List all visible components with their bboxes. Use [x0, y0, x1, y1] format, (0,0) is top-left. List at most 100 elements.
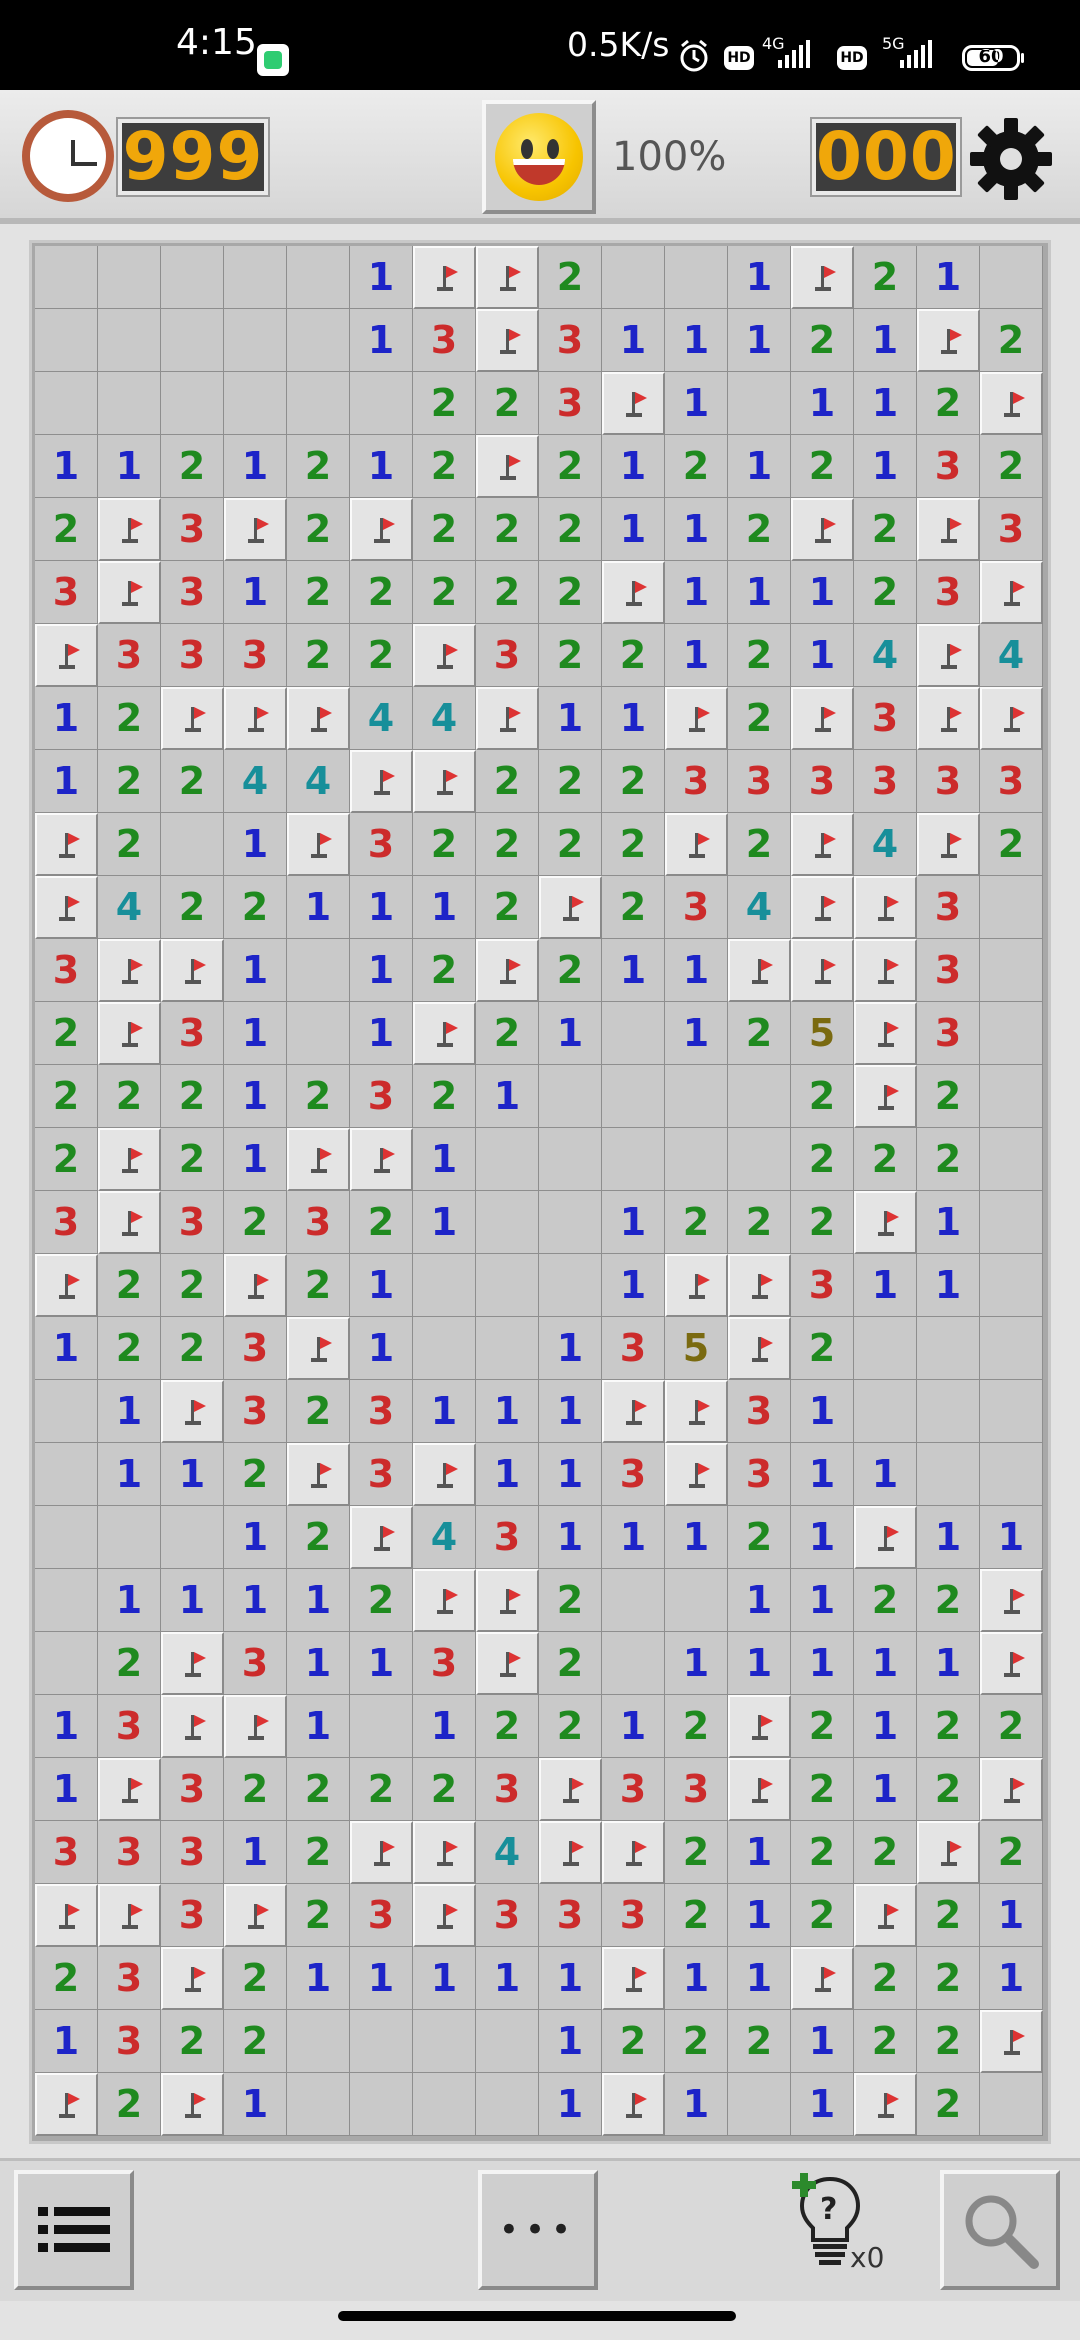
board-cell[interactable]: 2: [539, 561, 602, 624]
board-cell[interactable]: 2: [98, 1632, 161, 1695]
board-cell[interactable]: [980, 939, 1043, 1002]
board-cell[interactable]: 2: [35, 1002, 98, 1065]
board-cell[interactable]: 2: [35, 1128, 98, 1191]
board-cell[interactable]: 4: [476, 1821, 539, 1884]
board-cell[interactable]: 1: [917, 1191, 980, 1254]
board-cell[interactable]: [161, 939, 224, 1002]
board-cell[interactable]: [98, 1884, 161, 1947]
board-cell[interactable]: 2: [665, 1884, 728, 1947]
board-cell[interactable]: 2: [854, 246, 917, 309]
board-cell[interactable]: [980, 1443, 1043, 1506]
board-cell[interactable]: 1: [476, 1443, 539, 1506]
board-cell[interactable]: [665, 246, 728, 309]
board-cell[interactable]: [287, 813, 350, 876]
board-cell[interactable]: 1: [539, 1317, 602, 1380]
board-cell[interactable]: 2: [350, 1569, 413, 1632]
board-cell[interactable]: 2: [665, 2010, 728, 2073]
board-cell[interactable]: [224, 1254, 287, 1317]
board-cell[interactable]: 2: [791, 435, 854, 498]
board-cell[interactable]: [917, 813, 980, 876]
board-cell[interactable]: 1: [35, 2010, 98, 2073]
board-cell[interactable]: [980, 1569, 1043, 1632]
board-cell[interactable]: 4: [854, 624, 917, 687]
board-cell[interactable]: [980, 1317, 1043, 1380]
board-cell[interactable]: 1: [350, 1632, 413, 1695]
board-cell[interactable]: [35, 246, 98, 309]
board-cell[interactable]: 1: [728, 1569, 791, 1632]
board-cell[interactable]: 1: [602, 498, 665, 561]
board-cell[interactable]: 1: [854, 435, 917, 498]
board-cell[interactable]: 1: [602, 1695, 665, 1758]
board-cell[interactable]: 2: [287, 1380, 350, 1443]
board-cell[interactable]: 1: [791, 1506, 854, 1569]
board-cell[interactable]: [665, 687, 728, 750]
board-cell[interactable]: 1: [791, 1380, 854, 1443]
board-cell[interactable]: [35, 1443, 98, 1506]
board-cell[interactable]: 1: [539, 1380, 602, 1443]
board-cell[interactable]: 2: [665, 435, 728, 498]
board-cell[interactable]: [728, 1254, 791, 1317]
board-cell[interactable]: 1: [35, 1758, 98, 1821]
board-cell[interactable]: 1: [287, 876, 350, 939]
board-cell[interactable]: [602, 1380, 665, 1443]
board-cell[interactable]: [854, 1065, 917, 1128]
board-cell[interactable]: [350, 750, 413, 813]
board-cell[interactable]: 2: [728, 2010, 791, 2073]
board-cell[interactable]: 1: [413, 1128, 476, 1191]
board-cell[interactable]: 1: [602, 435, 665, 498]
board-cell[interactable]: [350, 2010, 413, 2073]
board-cell[interactable]: [35, 1254, 98, 1317]
board-cell[interactable]: 1: [728, 246, 791, 309]
board-cell[interactable]: [980, 1758, 1043, 1821]
board-cell[interactable]: [476, 939, 539, 1002]
board-cell[interactable]: [161, 1506, 224, 1569]
board-cell[interactable]: 2: [917, 1128, 980, 1191]
board-cell[interactable]: 2: [287, 1758, 350, 1821]
board-cell[interactable]: 2: [287, 1821, 350, 1884]
board-cell[interactable]: 2: [476, 750, 539, 813]
board-cell[interactable]: 2: [917, 1569, 980, 1632]
board-cell[interactable]: [854, 1002, 917, 1065]
board-cell[interactable]: 1: [728, 1632, 791, 1695]
board-cell[interactable]: [791, 246, 854, 309]
board-cell[interactable]: 1: [602, 939, 665, 1002]
board-cell[interactable]: [350, 498, 413, 561]
board-cell[interactable]: 2: [791, 1695, 854, 1758]
board-cell[interactable]: 2: [791, 1758, 854, 1821]
board-cell[interactable]: 4: [350, 687, 413, 750]
board-cell[interactable]: [350, 1128, 413, 1191]
board-cell[interactable]: 2: [539, 1695, 602, 1758]
board-cell[interactable]: 1: [539, 1002, 602, 1065]
board-cell[interactable]: 3: [917, 939, 980, 1002]
board-cell[interactable]: 3: [665, 750, 728, 813]
board-cell[interactable]: 2: [539, 246, 602, 309]
board-cell[interactable]: [161, 1380, 224, 1443]
board-cell[interactable]: 2: [287, 1065, 350, 1128]
board-cell[interactable]: 1: [665, 1632, 728, 1695]
board-cell[interactable]: [350, 1695, 413, 1758]
board-cell[interactable]: [287, 1128, 350, 1191]
more-options-button[interactable]: •••: [478, 2170, 598, 2290]
board-cell[interactable]: 1: [350, 1254, 413, 1317]
board-cell[interactable]: [539, 1065, 602, 1128]
board-cell[interactable]: 2: [917, 2073, 980, 2136]
board-cell[interactable]: 4: [98, 876, 161, 939]
board-cell[interactable]: 1: [35, 1317, 98, 1380]
board-cell[interactable]: 2: [917, 372, 980, 435]
board-cell[interactable]: [224, 687, 287, 750]
board-cell[interactable]: 3: [854, 750, 917, 813]
board-cell[interactable]: 3: [539, 1884, 602, 1947]
board-cell[interactable]: [476, 1191, 539, 1254]
board-cell[interactable]: 3: [224, 1317, 287, 1380]
board-cell[interactable]: [413, 1821, 476, 1884]
board-cell[interactable]: 2: [854, 561, 917, 624]
board-cell[interactable]: 2: [350, 1191, 413, 1254]
board-cell[interactable]: 2: [287, 1884, 350, 1947]
board-cell[interactable]: 4: [854, 813, 917, 876]
board-cell[interactable]: [476, 435, 539, 498]
board-cell[interactable]: 2: [791, 1128, 854, 1191]
board-cell[interactable]: 2: [350, 561, 413, 624]
board-cell[interactable]: 1: [350, 876, 413, 939]
board-cell[interactable]: 3: [476, 624, 539, 687]
board-cell[interactable]: 1: [854, 1758, 917, 1821]
